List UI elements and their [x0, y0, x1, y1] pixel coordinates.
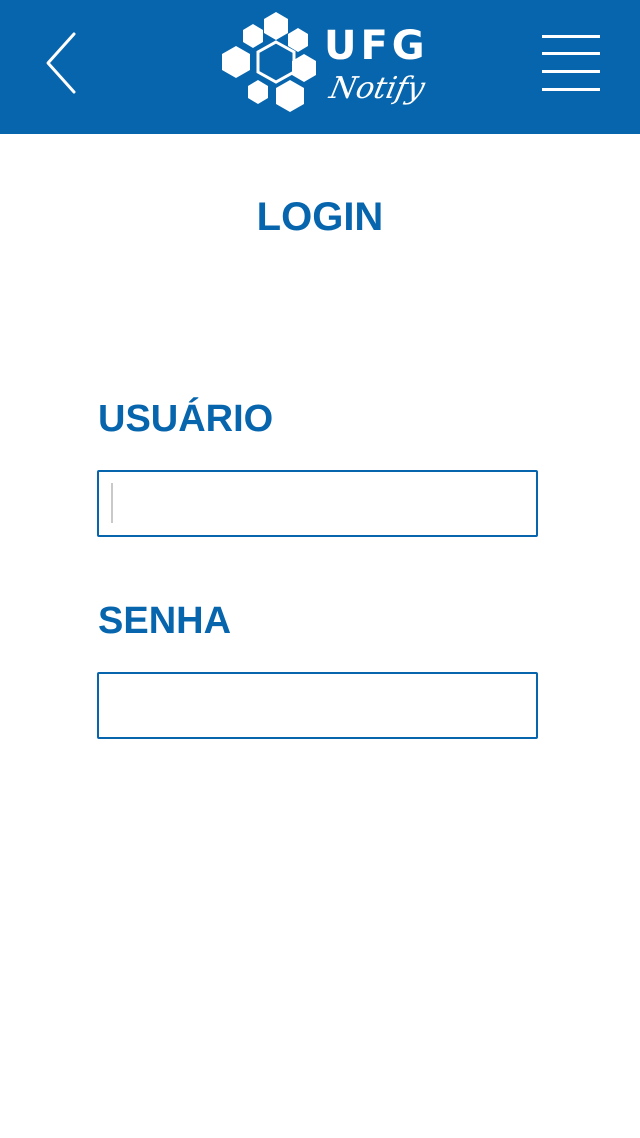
app-header: UFG Notify	[0, 0, 640, 134]
hexagon-logo-icon	[222, 12, 316, 112]
back-button[interactable]	[40, 30, 88, 96]
menu-line	[542, 88, 600, 91]
password-label: SENHA	[98, 600, 232, 642]
logo-tagline: Notify	[326, 71, 428, 106]
username-input[interactable]	[97, 470, 538, 537]
menu-line	[542, 70, 600, 73]
menu-line	[542, 52, 600, 55]
chevron-left-icon	[46, 32, 76, 94]
menu-button[interactable]	[540, 32, 602, 94]
text-caret	[111, 483, 113, 523]
password-input[interactable]	[97, 672, 538, 739]
username-label: USUÁRIO	[98, 398, 274, 440]
menu-line	[542, 35, 600, 38]
page-title: LOGIN	[256, 195, 384, 239]
app-logo: UFG Notify	[218, 8, 428, 120]
logo-wordmark: UFG	[324, 23, 429, 69]
